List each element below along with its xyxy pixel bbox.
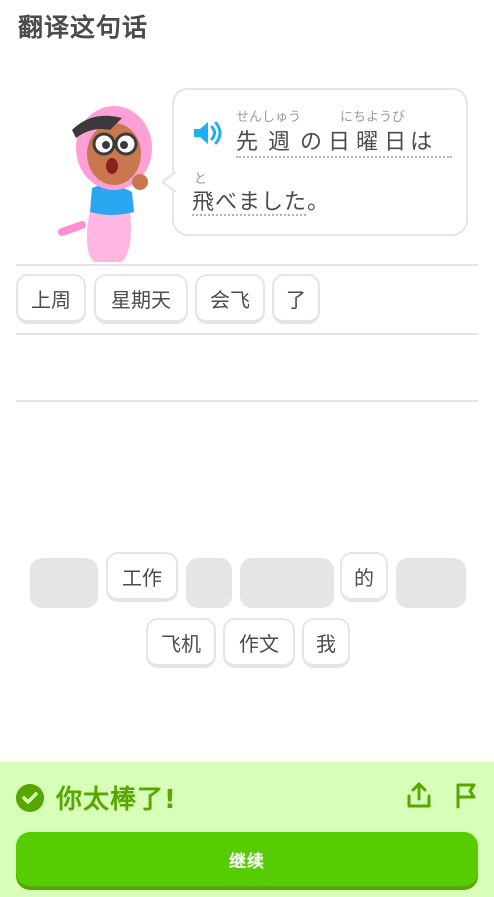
- word-token[interactable]: は: [410, 124, 432, 156]
- word-bank-chip[interactable]: 我: [302, 618, 350, 668]
- bubble-tail: [162, 172, 177, 192]
- speaker-icon[interactable]: [192, 120, 226, 146]
- sentence-line-2[interactable]: 飛べました。: [192, 184, 330, 216]
- empty-word-slot: [186, 558, 232, 608]
- word-token[interactable]: 日: [328, 124, 350, 156]
- sentence-line-1[interactable]: 先 週 の 日 曜 日 は: [236, 124, 432, 156]
- feedback-message: 你太棒了!: [56, 785, 177, 815]
- page-title: 翻译这句话: [18, 13, 149, 42]
- answer-chip[interactable]: 星期天: [94, 274, 188, 324]
- word-token[interactable]: の: [300, 124, 322, 156]
- word-bank-chip[interactable]: 飞机: [146, 618, 216, 668]
- share-icon[interactable]: [404, 780, 434, 810]
- answer-chip[interactable]: 了: [272, 274, 320, 324]
- word-token[interactable]: 日: [384, 124, 406, 156]
- word-bank-chip[interactable]: 工作: [106, 552, 178, 602]
- empty-word-slot: [30, 558, 98, 608]
- word-token[interactable]: 週: [268, 124, 290, 156]
- word-bank-chip[interactable]: 的: [340, 552, 388, 602]
- flag-icon[interactable]: [450, 780, 480, 810]
- character-illustration: [58, 106, 152, 262]
- check-icon: [16, 784, 44, 812]
- answer-chip[interactable]: 上周: [16, 274, 86, 324]
- feedback-footer: 你太棒了! 继续: [0, 762, 494, 897]
- answer-line-top: [16, 264, 478, 266]
- furigana: せんしゅう: [236, 110, 302, 125]
- word-token[interactable]: 曜: [356, 124, 378, 156]
- dotted-underline: [236, 156, 452, 158]
- speech-bubble: せんしゅう にちようび 先 週 の 日 曜 日 は と 飛べました。: [172, 88, 468, 236]
- empty-word-slot: [396, 558, 466, 608]
- word-token[interactable]: 先: [236, 124, 258, 156]
- furigana: にちようび: [340, 110, 406, 125]
- empty-word-slot: [240, 558, 334, 608]
- answer-line-mid: [16, 333, 478, 335]
- continue-button[interactable]: 继续: [16, 832, 478, 886]
- word-bank-chip[interactable]: 作文: [223, 618, 295, 668]
- dotted-underline: [192, 214, 306, 216]
- answer-chip[interactable]: 会飞: [195, 274, 265, 324]
- answer-line-bottom: [16, 400, 478, 402]
